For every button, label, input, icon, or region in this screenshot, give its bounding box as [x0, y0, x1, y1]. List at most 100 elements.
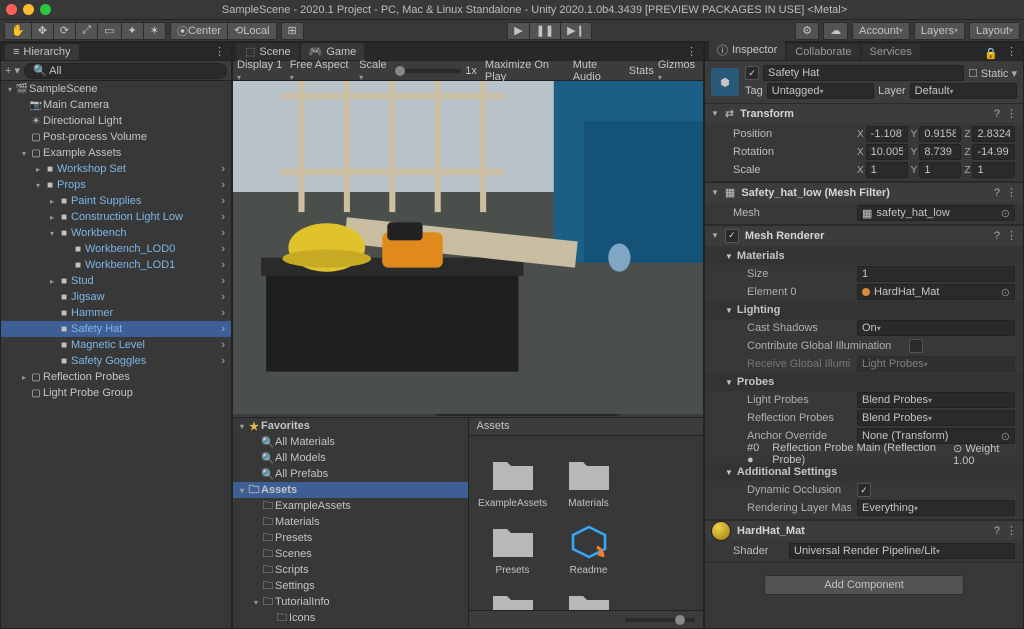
- snap-toggle[interactable]: ⊞: [281, 22, 304, 40]
- material-element-0[interactable]: HardHat_Mat⊙: [857, 284, 1015, 300]
- add-component-button[interactable]: Add Component: [764, 575, 964, 595]
- hierarchy-tree[interactable]: ▾🎬SampleScene📷Main Camera☀Directional Li…: [1, 81, 231, 628]
- layout-dropdown[interactable]: Layout: [969, 22, 1020, 40]
- custom-tool[interactable]: ✶: [144, 22, 166, 40]
- contribute-gi-toggle[interactable]: [909, 339, 923, 353]
- prefab-arrow-icon[interactable]: ›: [221, 227, 231, 239]
- tab-services[interactable]: Services: [862, 44, 920, 60]
- asset-grid[interactable]: ExampleAssetsMaterialsPresetsReadmeScene…: [469, 436, 704, 610]
- layers-dropdown[interactable]: Layers: [914, 22, 965, 40]
- close-window[interactable]: [6, 4, 17, 15]
- scale-y[interactable]: [924, 164, 956, 176]
- aspect-dropdown[interactable]: Free Aspect: [290, 59, 351, 83]
- prefab-arrow-icon[interactable]: ›: [221, 339, 231, 351]
- project-tree-item[interactable]: ▾🗀TutorialInfo: [233, 594, 468, 610]
- rotation-y[interactable]: [924, 146, 956, 158]
- hierarchy-item[interactable]: ▢Post-process Volume: [1, 129, 231, 145]
- position-z[interactable]: [977, 128, 1010, 140]
- scale-x[interactable]: [871, 164, 903, 176]
- cast-shadows-dropdown[interactable]: On: [857, 320, 1015, 336]
- play-button[interactable]: ▶: [507, 22, 529, 40]
- project-tree-item[interactable]: 🗀Scripts: [233, 626, 468, 628]
- favorites-header[interactable]: ▾★Favorites: [233, 418, 468, 434]
- prefab-arrow-icon[interactable]: ›: [221, 211, 231, 223]
- asset-item[interactable]: Readme: [557, 521, 621, 576]
- foldout-icon[interactable]: ▸: [19, 373, 29, 382]
- active-toggle[interactable]: ✓: [745, 66, 759, 80]
- hierarchy-item[interactable]: ▢Light Probe Group: [1, 385, 231, 401]
- lock-icon[interactable]: 🔒: [984, 47, 998, 60]
- hierarchy-item[interactable]: ▸■Paint Supplies›: [1, 193, 231, 209]
- hierarchy-item[interactable]: ☀Directional Light: [1, 113, 231, 129]
- project-breadcrumb[interactable]: Assets: [469, 418, 704, 436]
- pivot-toggle[interactable]: ⦿ Center: [170, 22, 228, 40]
- hierarchy-item[interactable]: ▾🎬SampleScene: [1, 81, 231, 97]
- maximize-on-play[interactable]: Maximize On Play: [485, 59, 569, 83]
- hierarchy-item[interactable]: ■Jigsaw›: [1, 289, 231, 305]
- hierarchy-item[interactable]: ■Workbench_LOD1›: [1, 257, 231, 273]
- material-header[interactable]: HardHat_Mat?⋮: [705, 520, 1023, 540]
- help-icon[interactable]: ?: [994, 108, 1000, 120]
- shader-dropdown[interactable]: Universal Render Pipeline/Lit: [789, 543, 1015, 559]
- pause-button[interactable]: ❚❚: [530, 22, 561, 40]
- component-menu-icon[interactable]: ⋮: [1006, 229, 1017, 242]
- transform-tool[interactable]: ✦: [122, 22, 144, 40]
- minimize-window[interactable]: [23, 4, 34, 15]
- prefab-arrow-icon[interactable]: ›: [221, 355, 231, 367]
- tab-hierarchy[interactable]: ≡ Hierarchy: [5, 44, 79, 60]
- account-dropdown[interactable]: Account: [852, 22, 910, 40]
- foldout-icon[interactable]: ▾: [19, 149, 29, 158]
- component-menu-icon[interactable]: ⋮: [1006, 107, 1017, 120]
- foldout-icon[interactable]: ▸: [33, 165, 43, 174]
- grid-size-slider[interactable]: [625, 618, 695, 622]
- panel-menu-icon[interactable]: ⋮: [208, 43, 231, 60]
- foldout-icon[interactable]: ▾: [5, 85, 15, 94]
- prefab-arrow-icon[interactable]: ›: [221, 323, 231, 335]
- scale-tool[interactable]: ⤢: [76, 22, 98, 40]
- cloud-icon[interactable]: ☁: [823, 22, 848, 40]
- prefab-arrow-icon[interactable]: ›: [221, 291, 231, 303]
- tab-scene[interactable]: ⬚ Scene: [237, 43, 299, 60]
- hierarchy-item[interactable]: ▾■Props›: [1, 177, 231, 193]
- asset-item[interactable]: Materials: [557, 454, 621, 509]
- static-toggle[interactable]: ☐ Static ▾: [968, 67, 1017, 80]
- rotation-z[interactable]: [977, 146, 1010, 158]
- panel-menu-icon[interactable]: ⋮: [1000, 43, 1023, 60]
- hierarchy-item[interactable]: ▸■Workshop Set›: [1, 161, 231, 177]
- prefab-arrow-icon[interactable]: ›: [221, 259, 231, 271]
- position-x[interactable]: [871, 128, 903, 140]
- foldout-icon[interactable]: ▸: [47, 213, 57, 222]
- materials-size[interactable]: [862, 268, 1010, 280]
- hierarchy-item[interactable]: ■Safety Goggles›: [1, 353, 231, 369]
- hand-tool[interactable]: ✋: [4, 22, 32, 40]
- hierarchy-item[interactable]: ■Safety Hat›: [1, 321, 231, 337]
- hierarchy-item[interactable]: ■Workbench_LOD0›: [1, 241, 231, 257]
- hierarchy-item[interactable]: ▾■Workbench›: [1, 225, 231, 241]
- help-icon[interactable]: ?: [994, 230, 1000, 242]
- prefab-arrow-icon[interactable]: ›: [221, 275, 231, 287]
- dynamic-occlusion-toggle[interactable]: ✓: [857, 483, 871, 497]
- asset-item[interactable]: Scenes: [481, 588, 545, 610]
- mesh-field[interactable]: ▦safety_hat_low⊙: [857, 205, 1015, 221]
- prefab-arrow-icon[interactable]: ›: [221, 307, 231, 319]
- help-icon[interactable]: ?: [994, 187, 1000, 199]
- foldout-icon[interactable]: ▸: [47, 277, 57, 286]
- reflection-probes-dropdown[interactable]: Blend Probes: [857, 410, 1015, 426]
- prefab-arrow-icon[interactable]: ›: [221, 163, 231, 175]
- position-y[interactable]: [924, 128, 956, 140]
- scale-slider[interactable]: [395, 69, 461, 73]
- step-button[interactable]: ▶❙: [561, 22, 592, 40]
- rotate-tool[interactable]: ⟳: [54, 22, 76, 40]
- foldout-icon[interactable]: ▸: [47, 197, 57, 206]
- rendering-layer-dropdown[interactable]: Everything: [857, 500, 1015, 516]
- hierarchy-item[interactable]: ■Hammer›: [1, 305, 231, 321]
- light-probes-dropdown[interactable]: Blend Probes: [857, 392, 1015, 408]
- scale-z[interactable]: [977, 164, 1010, 176]
- maximize-window[interactable]: [40, 4, 51, 15]
- transform-header[interactable]: ▼⇄Transform?⋮: [705, 103, 1023, 123]
- asset-item[interactable]: Presets: [481, 521, 545, 576]
- project-tree[interactable]: ▾★Favorites🔍All Materials🔍All Models🔍All…: [233, 418, 469, 628]
- object-name-input[interactable]: [768, 67, 959, 79]
- foldout-icon[interactable]: ▾: [47, 229, 57, 238]
- meshfilter-header[interactable]: ▼▦Safety_hat_low (Mesh Filter)?⋮: [705, 182, 1023, 202]
